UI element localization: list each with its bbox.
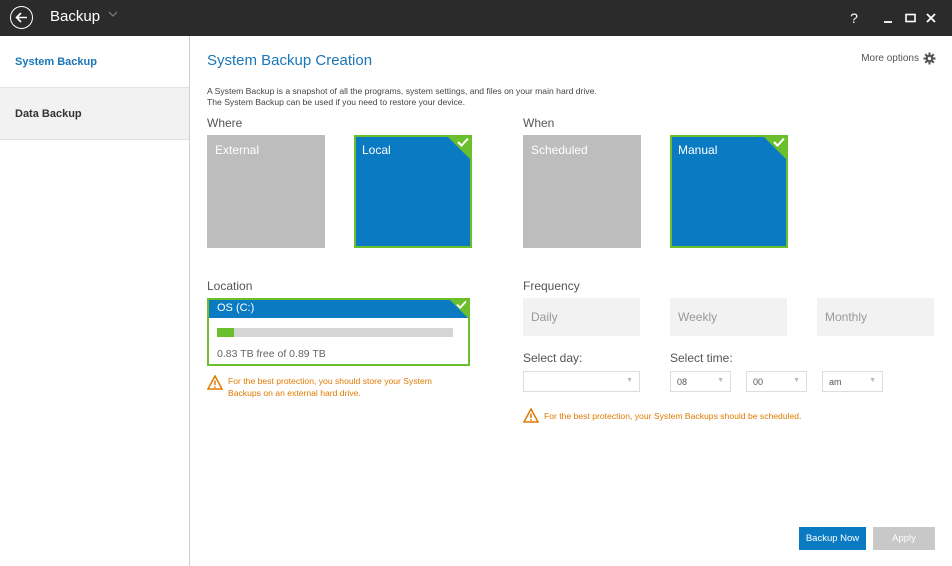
app-title: Backup: [50, 8, 101, 25]
minimize-icon: [884, 21, 892, 23]
minimize-button[interactable]: [882, 8, 894, 28]
tile-label: Local: [362, 143, 391, 157]
main-panel: System Backup Creation More options A Sy…: [191, 36, 952, 566]
more-options-button[interactable]: More options: [861, 52, 936, 65]
more-options-label: More options: [861, 53, 919, 64]
apply-button[interactable]: Apply: [873, 527, 935, 550]
sidebar-item-label: Data Backup: [15, 107, 82, 120]
location-warning: For the best protection, you should stor…: [207, 375, 432, 399]
when-label: When: [523, 116, 555, 130]
drive-card[interactable]: OS (C:) 0.83 TB free of 0.89 TB: [207, 298, 470, 366]
drive-name: OS (C:): [209, 300, 468, 318]
where-label: Where: [207, 116, 243, 130]
warning-text: For the best protection, your System Bac…: [544, 410, 802, 421]
ampm-dropdown[interactable]: am ▼: [822, 371, 883, 392]
minute-dropdown[interactable]: 00 ▼: [746, 371, 807, 392]
warning-icon: [523, 408, 539, 423]
warning-icon: [207, 375, 223, 390]
drive-free-space: 0.83 TB free of 0.89 TB: [217, 348, 326, 360]
chevron-down-icon: ▼: [793, 377, 800, 384]
sidebar-item-label: System Backup: [15, 55, 97, 68]
when-scheduled-tile[interactable]: Scheduled: [523, 135, 641, 248]
sidebar-item-system-backup[interactable]: System Backup: [0, 36, 189, 88]
close-icon: [926, 13, 936, 23]
frequency-weekly-button[interactable]: Weekly: [670, 298, 787, 336]
select-day-dropdown[interactable]: ▼: [523, 371, 640, 392]
select-day-label: Select day:: [523, 351, 583, 365]
schedule-warning: For the best protection, your System Bac…: [523, 408, 801, 423]
frequency-label: Frequency: [523, 279, 580, 293]
chevron-down-icon: ▼: [626, 377, 633, 384]
maximize-icon: [904, 13, 916, 23]
page-title: System Backup Creation: [207, 52, 373, 69]
select-time-label: Select time:: [670, 351, 733, 365]
frequency-monthly-button[interactable]: Monthly: [817, 298, 934, 336]
arrow-left-icon: [15, 12, 27, 23]
ampm-value: am: [829, 377, 842, 387]
checkmark-icon: [456, 300, 467, 309]
title-bar: Backup ?: [0, 0, 952, 36]
checkmark-icon: [773, 137, 785, 147]
where-external-tile[interactable]: External: [207, 135, 325, 248]
when-manual-tile[interactable]: Manual: [670, 135, 788, 248]
chevron-down-icon: ▼: [717, 377, 724, 384]
gear-icon: [923, 52, 936, 65]
warning-line: For the best protection, you should stor…: [228, 376, 432, 386]
help-button[interactable]: ?: [848, 8, 860, 28]
chevron-down-icon: ▼: [869, 377, 876, 384]
minute-value: 00: [753, 377, 764, 387]
where-local-tile[interactable]: Local: [354, 135, 472, 248]
tile-label: Scheduled: [531, 143, 588, 157]
warning-line: Backups on an external hard drive.: [228, 388, 361, 398]
frequency-daily-button[interactable]: Daily: [523, 298, 640, 336]
hour-dropdown[interactable]: 08 ▼: [670, 371, 731, 392]
close-button[interactable]: [925, 8, 937, 28]
drive-usage-bar: [217, 328, 453, 337]
drive-usage-fill: [217, 328, 234, 337]
sidebar: System Backup Data Backup: [0, 36, 190, 566]
location-label: Location: [207, 279, 253, 293]
backup-now-button[interactable]: Backup Now: [799, 527, 866, 550]
sidebar-item-data-backup[interactable]: Data Backup: [0, 88, 189, 140]
checkmark-icon: [457, 137, 469, 147]
description-line: A System Backup is a snapshot of all the…: [207, 86, 597, 96]
tile-label: External: [215, 143, 260, 157]
back-button[interactable]: [10, 6, 33, 29]
hour-value: 08: [677, 377, 688, 387]
description-line: The System Backup can be used if you nee…: [207, 97, 465, 107]
description: A System Backup is a snapshot of all the…: [207, 86, 707, 108]
chevron-down-icon[interactable]: [108, 11, 118, 18]
maximize-button[interactable]: [904, 8, 916, 28]
tile-label: Manual: [678, 143, 718, 157]
